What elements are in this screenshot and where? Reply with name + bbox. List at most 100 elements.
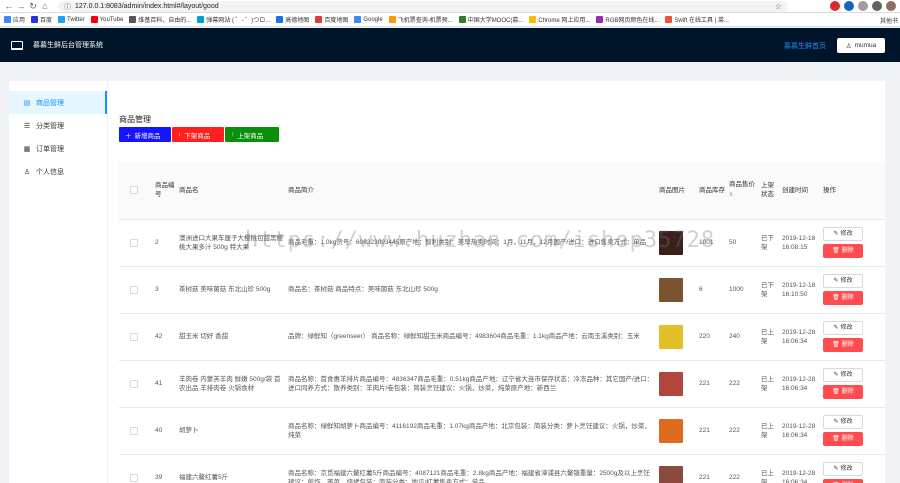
- star-icon[interactable]: ☆: [775, 2, 782, 11]
- cell-stock: 6: [697, 266, 727, 314]
- product-image: [659, 418, 683, 443]
- add-product-button[interactable]: ＋新增商品: [119, 127, 171, 142]
- row-checkbox[interactable]: [130, 285, 138, 294]
- cell-id: 40: [153, 407, 177, 455]
- edit-button[interactable]: ✎ 修改: [823, 321, 863, 335]
- bookmark-item[interactable]: 百度: [31, 15, 52, 24]
- delete-button[interactable]: 🗑删除: [823, 432, 863, 446]
- home-link[interactable]: 慕慕生鲜首页: [784, 41, 826, 51]
- reload-icon[interactable]: ↻: [27, 0, 39, 12]
- bookmark-item[interactable]: 百度地图: [315, 15, 348, 24]
- bookmark-item[interactable]: Swift 在线工具 | 菜...: [665, 15, 729, 24]
- profile-icon[interactable]: [886, 1, 896, 11]
- edit-button[interactable]: ✎ 修改: [823, 462, 863, 476]
- off-shelf-button[interactable]: ↓ 下架商品: [172, 127, 224, 142]
- laptop-icon: [11, 40, 23, 50]
- column-header-created: 创建时间: [780, 162, 821, 220]
- cell-stock: 221: [697, 360, 727, 408]
- apps-icon: [4, 16, 11, 23]
- list-icon: ☰: [23, 122, 31, 130]
- delete-button[interactable]: 🗑删除: [823, 385, 863, 399]
- cell-intro: 商品名称：绿鲜知胡萝卜商品编号：4116192商品毛重：1.07kg商品产地：北…: [286, 407, 657, 455]
- user-button[interactable]: ♙ mumua: [837, 38, 885, 53]
- row-checkbox[interactable]: [130, 238, 138, 247]
- row-checkbox[interactable]: [130, 426, 138, 435]
- bookmark-icon: [315, 16, 323, 23]
- bookmark-icon: [31, 16, 39, 23]
- forward-icon[interactable]: →: [15, 0, 27, 12]
- extension-icon[interactable]: [844, 1, 854, 11]
- column-header-price[interactable]: 商品售价 ⇅: [727, 162, 759, 220]
- bookmark-item[interactable]: Twitter: [58, 16, 85, 23]
- cell-status: 已上架: [759, 313, 780, 361]
- back-icon[interactable]: ←: [3, 0, 15, 12]
- table-row: 40 胡萝卜 商品名称：绿鲜知胡萝卜商品编号：4116192商品毛重：1.07k…: [119, 407, 885, 455]
- extension-icon[interactable]: [858, 1, 868, 11]
- delete-button[interactable]: 🗑删除: [823, 244, 863, 258]
- sort-icon[interactable]: ⇅: [729, 192, 733, 198]
- edit-button[interactable]: ✎ 修改: [823, 415, 863, 429]
- address-bar[interactable]: ⓘ 127.0.0.1:8083/admin/index.html#/layou…: [58, 1, 788, 12]
- edit-icon: ✎: [833, 324, 839, 331]
- product-icon: ▤: [23, 99, 31, 107]
- delete-button[interactable]: 🗑删除: [823, 338, 863, 352]
- bookmark-item[interactable]: 中国大学MOOC(慕...: [458, 15, 523, 24]
- cell-status: 已上架: [759, 407, 780, 455]
- cell-intro: 品牌：绿鲜知（greenseer） 商品名称：绿鲜知甜玉米商品编号：498360…: [286, 313, 657, 361]
- edit-icon: ✎: [833, 418, 839, 425]
- bookmark-item[interactable]: 维基百科，自由的...: [129, 15, 191, 24]
- delete-button[interactable]: 🗑删除: [823, 479, 863, 483]
- cell-status: 已上架: [759, 454, 780, 483]
- row-checkbox[interactable]: [130, 379, 138, 388]
- row-checkbox[interactable]: [130, 473, 138, 482]
- cell-created: 2019-12-18 16:10:50: [780, 266, 821, 314]
- edit-icon: ✎: [833, 465, 839, 472]
- sidebar-item-products[interactable]: ▤ 商品管理: [9, 91, 107, 114]
- bookmarks-bar: 应用 百度 Twitter YouTube 维基百科，自由的... 弹幕网站 (…: [0, 13, 900, 27]
- other-bookmarks[interactable]: 其他书: [880, 16, 898, 25]
- sidebar-item-orders[interactable]: ▦ 订单管理: [9, 137, 107, 160]
- cell-name: 羊肉卷 内蒙羔羊肉 鲜嫩 500g/袋 首农出品 羊排肉卷 火锅食材: [177, 360, 286, 408]
- bookmark-item[interactable]: 飞机票查询-机票预...: [388, 15, 453, 24]
- edit-icon: ✎: [833, 230, 839, 237]
- cell-intro: 商品名称：首食惠羊排片商品编号：4836347商品毛重：0.51kg商品产地：辽…: [286, 360, 657, 408]
- edit-button[interactable]: ✎ 修改: [823, 274, 863, 288]
- bookmark-item[interactable]: 高德地图: [276, 15, 309, 24]
- sidebar-item-categories[interactable]: ☰ 分类管理: [9, 114, 107, 137]
- plus-icon: ＋: [125, 132, 132, 140]
- cell-stock: 221: [697, 407, 727, 455]
- delete-button[interactable]: 🗑删除: [823, 291, 863, 305]
- bookmark-item[interactable]: RGB网页颜色在线...: [596, 15, 659, 24]
- home-icon[interactable]: ⌂: [39, 0, 51, 12]
- trash-icon: 🗑: [832, 388, 840, 395]
- sidebar-item-profile[interactable]: ♙ 个人信息: [9, 160, 107, 183]
- cell-stock: 221: [697, 454, 727, 483]
- extension-icon[interactable]: [830, 1, 840, 11]
- sidebar-menu: ▤ 商品管理 ☰ 分类管理 ▦ 订单管理 ♙ 个人信息: [9, 81, 108, 483]
- trash-icon: 🗑: [832, 247, 840, 254]
- extension-icons: [830, 1, 896, 11]
- edit-button[interactable]: ✎ 修改: [823, 368, 863, 382]
- info-icon[interactable]: ⓘ: [64, 2, 71, 12]
- on-shelf-button[interactable]: ↑ 上架商品: [225, 127, 279, 142]
- order-icon: ▦: [23, 145, 31, 153]
- product-image: [659, 277, 683, 302]
- bookmark-item[interactable]: 弹幕网站 ( ゜- ゜)つロ...: [197, 15, 270, 24]
- edit-button[interactable]: ✎ 修改: [823, 227, 863, 241]
- row-checkbox[interactable]: [130, 332, 138, 341]
- bookmark-item[interactable]: Chrome 网上应用...: [529, 15, 590, 24]
- bookmark-icon: [529, 16, 537, 23]
- cell-created: 2019-12-28 16:06:34: [780, 407, 821, 455]
- column-header-intro: 商品简介: [286, 162, 657, 220]
- bookmark-item[interactable]: YouTube: [90, 16, 123, 23]
- browser-toolbar: ← → ↻ ⌂ ⓘ 127.0.0.1:8083/admin/index.htm…: [0, 0, 900, 13]
- table-row: 39 福建六鳌红薯5斤 商品名称：京觅福建六鳌红薯5斤商品编号：4087121商…: [119, 454, 885, 483]
- trash-icon: 🗑: [832, 341, 840, 348]
- select-all-checkbox[interactable]: [130, 186, 138, 195]
- puzzle-icon[interactable]: [872, 1, 882, 11]
- cell-id: 42: [153, 313, 177, 361]
- cell-status: 已上架: [759, 360, 780, 408]
- page-title: 商品管理: [119, 115, 151, 124]
- bookmark-item[interactable]: Google: [354, 16, 383, 23]
- apps-shortcut[interactable]: 应用: [4, 15, 25, 24]
